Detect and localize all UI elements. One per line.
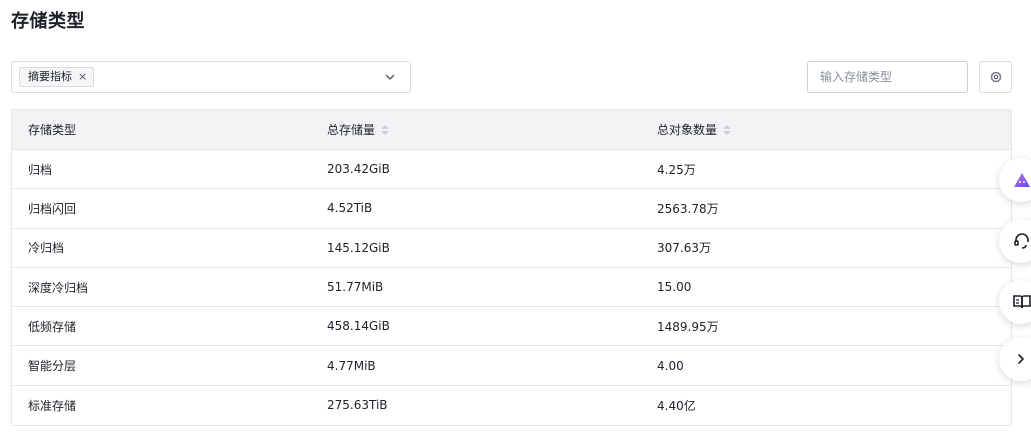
cell-total-objects: 307.63万 bbox=[657, 241, 711, 256]
cell-total-storage: 51.77MiB bbox=[327, 280, 384, 295]
settings-button[interactable] bbox=[979, 61, 1012, 93]
headset-icon bbox=[1014, 233, 1029, 249]
header-total-objects-label: 总对象数量 bbox=[657, 123, 718, 137]
cell-total-storage: 203.42GiB bbox=[327, 162, 390, 177]
cell-storage-type: 低频存储 bbox=[28, 319, 77, 334]
header-storage-type: 存储类型 bbox=[28, 123, 77, 137]
sort-icon[interactable] bbox=[723, 124, 732, 135]
storage-type-table: 存储类型 总存储量 总对象数量 归档 203.42GiB 4.25万 归档闪回 … bbox=[11, 109, 1012, 427]
cell-total-storage: 275.63TiB bbox=[327, 398, 388, 413]
summary-metrics-select[interactable]: 摘要指标 × bbox=[11, 61, 411, 93]
table-row: 深度冷归档 51.77MiB 15.00 bbox=[12, 267, 1011, 308]
ai-assistant-icon bbox=[1014, 173, 1030, 187]
cell-storage-type: 标准存储 bbox=[28, 398, 77, 413]
cell-total-storage: 145.12GiB bbox=[327, 240, 390, 255]
cell-storage-type: 深度冷归档 bbox=[28, 280, 89, 295]
tag-close-icon[interactable]: × bbox=[78, 68, 87, 86]
sort-icon[interactable] bbox=[381, 124, 390, 135]
table-row: 标准存储 275.63TiB 4.40亿 bbox=[12, 385, 1011, 426]
cell-total-objects: 4.40亿 bbox=[657, 398, 696, 413]
header-total-storage-label: 总存储量 bbox=[327, 123, 376, 137]
cell-total-objects: 1489.95万 bbox=[657, 319, 719, 334]
cell-total-objects: 2563.78万 bbox=[657, 201, 719, 216]
cell-storage-type: 归档闪回 bbox=[28, 201, 77, 216]
header-total-storage[interactable]: 总存储量 bbox=[327, 110, 390, 149]
book-icon bbox=[1013, 295, 1031, 309]
chevron-down-icon[interactable] bbox=[384, 71, 396, 83]
cell-storage-type: 归档 bbox=[28, 162, 53, 177]
table-row: 低频存储 458.14GiB 1489.95万 bbox=[12, 307, 1011, 347]
table-row: 归档 203.42GiB 4.25万 bbox=[12, 150, 1011, 190]
table-row: 冷归档 145.12GiB 307.63万 bbox=[12, 228, 1011, 268]
cell-total-storage: 4.52TiB bbox=[327, 201, 373, 216]
cell-total-objects: 4.25万 bbox=[657, 162, 696, 177]
chevron-right-icon bbox=[1018, 354, 1024, 364]
cell-total-storage: 458.14GiB bbox=[327, 319, 390, 334]
table-header: 存储类型 总存储量 总对象数量 bbox=[12, 110, 1011, 150]
tag-label: 摘要指标 bbox=[28, 70, 72, 83]
selected-tag: 摘要指标 × bbox=[19, 67, 95, 87]
cell-total-objects: 15.00 bbox=[657, 280, 692, 295]
cell-storage-type: 智能分层 bbox=[28, 359, 77, 374]
page-title: 存储类型 bbox=[11, 11, 85, 32]
storage-type-search-input[interactable] bbox=[807, 61, 968, 93]
gear-icon bbox=[990, 71, 1001, 83]
header-total-objects[interactable]: 总对象数量 bbox=[657, 110, 732, 149]
cell-total-objects: 4.00 bbox=[657, 358, 684, 373]
table-row: 归档闪回 4.52TiB 2563.78万 bbox=[12, 189, 1011, 229]
cell-storage-type: 冷归档 bbox=[28, 241, 65, 256]
cell-total-storage: 4.77MiB bbox=[327, 358, 376, 373]
table-row: 智能分层 4.77MiB 4.00 bbox=[12, 346, 1011, 386]
